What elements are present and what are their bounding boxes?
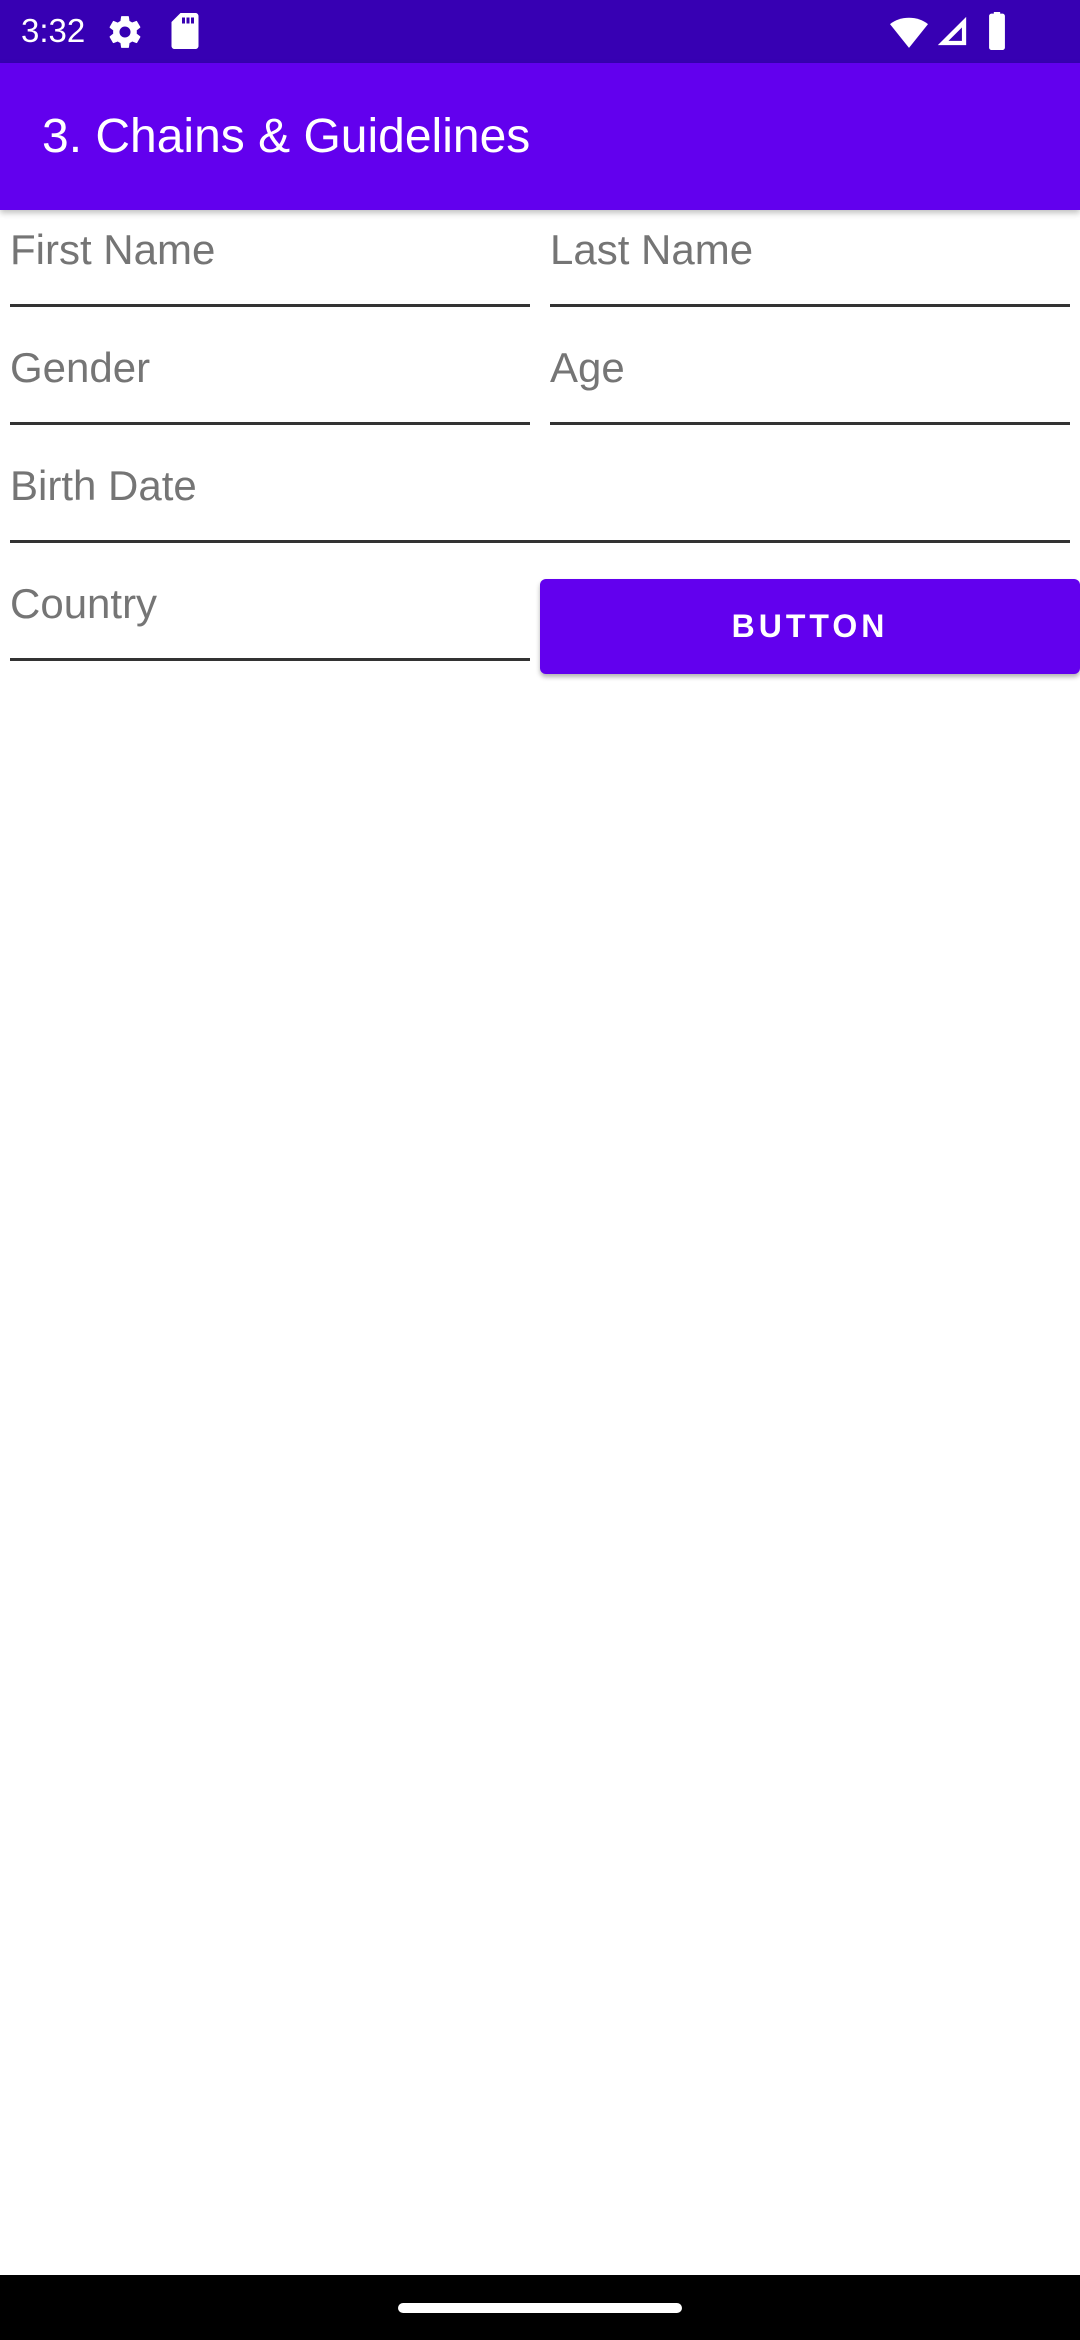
gender-field[interactable] (10, 325, 530, 425)
last-name-field-wrapper (550, 207, 1070, 307)
submit-button[interactable]: BUTTON (540, 579, 1080, 674)
country-field-wrapper (10, 561, 530, 661)
wifi-icon (890, 15, 928, 54)
app-title: 3. Chains & Guidelines (42, 110, 531, 163)
status-time: 3:32 (21, 12, 86, 49)
birth-date-field-wrapper (10, 443, 1070, 543)
age-field[interactable] (550, 325, 1070, 425)
sd-card-icon (170, 13, 200, 54)
screen: 3:32 3. Chains & Guidelines First Name L… (0, 0, 1080, 2340)
battery-icon (987, 12, 1007, 55)
settings-gear-icon (106, 13, 144, 56)
gender-field-wrapper (10, 325, 530, 425)
home-gesture-handle[interactable] (398, 2303, 682, 2313)
age-field-wrapper (550, 325, 1070, 425)
first-name-field[interactable] (10, 207, 530, 307)
navigation-bar (0, 2275, 1080, 2340)
last-name-field[interactable] (550, 207, 1070, 307)
first-name-field-wrapper (10, 207, 530, 307)
status-bar: 3:32 (0, 0, 1080, 63)
cellular-signal-icon (935, 14, 969, 53)
app-bar: 3. Chains & Guidelines (0, 63, 1080, 210)
birth-date-field[interactable] (10, 443, 1070, 543)
country-field[interactable] (10, 561, 530, 661)
